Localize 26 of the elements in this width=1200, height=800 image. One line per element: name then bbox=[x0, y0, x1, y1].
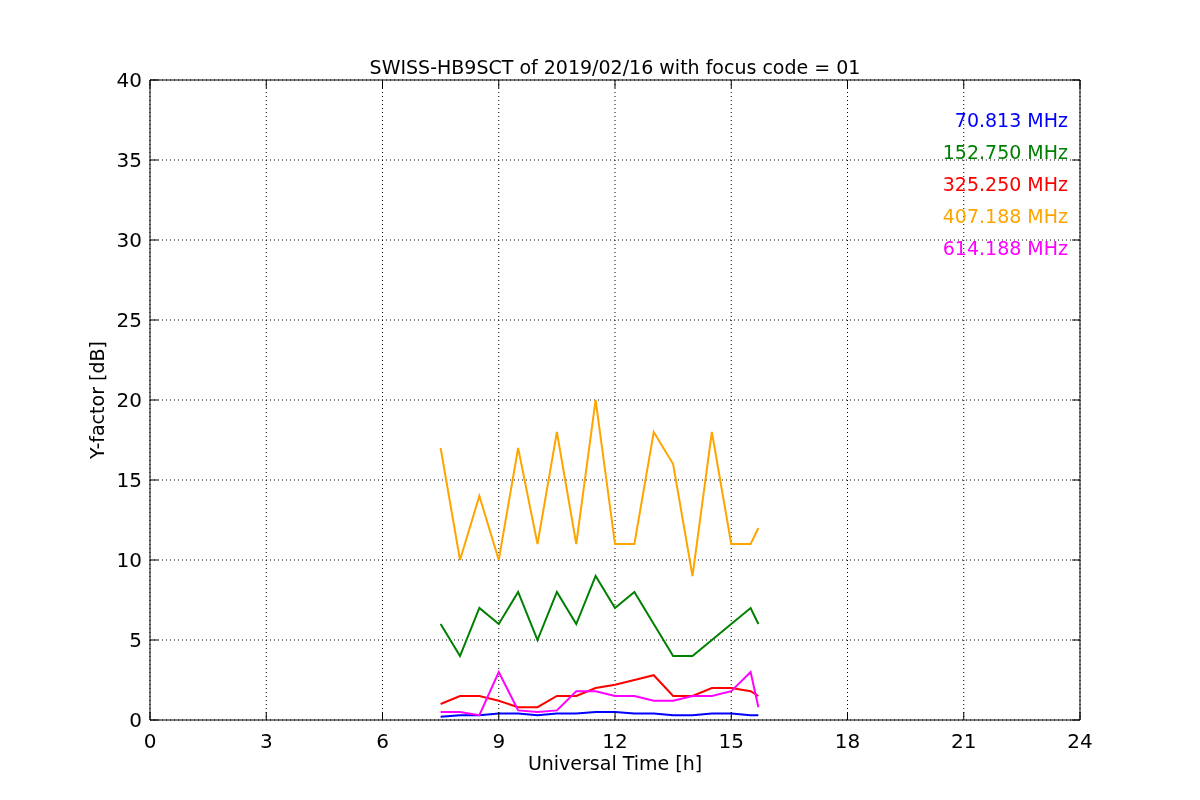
x-tick-label: 9 bbox=[492, 729, 506, 753]
legend-label: 325.250 MHz bbox=[942, 173, 1068, 195]
x-tick-label: 0 bbox=[143, 729, 157, 753]
y-tick-label: 10 bbox=[116, 548, 142, 572]
y-tick-label: 35 bbox=[116, 148, 142, 172]
y-tick-label: 25 bbox=[116, 308, 142, 332]
x-axis-label: Universal Time [h] bbox=[527, 752, 703, 774]
legend-label: 407.188 MHz bbox=[942, 205, 1068, 227]
y-axis-label: Y-factor [dB] bbox=[86, 341, 108, 459]
y-tick-label: 15 bbox=[116, 468, 142, 492]
legend-label: 152.750 MHz bbox=[942, 141, 1068, 163]
y-tick-label: 30 bbox=[116, 228, 142, 252]
x-tick-label: 12 bbox=[602, 729, 628, 753]
x-tick-label: 3 bbox=[259, 729, 273, 753]
x-tick-label: 6 bbox=[376, 729, 389, 753]
x-tick-label: 18 bbox=[834, 729, 861, 753]
y-tick-label: 20 bbox=[116, 388, 142, 412]
y-tick-label: 40 bbox=[116, 68, 142, 92]
x-tick-label: 15 bbox=[718, 729, 744, 753]
y-tick-label: 0 bbox=[129, 708, 142, 732]
legend-label: 70.813 MHz bbox=[954, 109, 1068, 131]
chart-title: SWISS-HB9SCT of 2019/02/16 with focus code = 01 bbox=[369, 56, 861, 78]
legend-label: 614.188 MHz bbox=[942, 237, 1068, 259]
y-tick-label: 5 bbox=[129, 628, 142, 652]
x-tick-label: 24 bbox=[1067, 729, 1093, 753]
x-tick-label: 21 bbox=[951, 729, 977, 753]
